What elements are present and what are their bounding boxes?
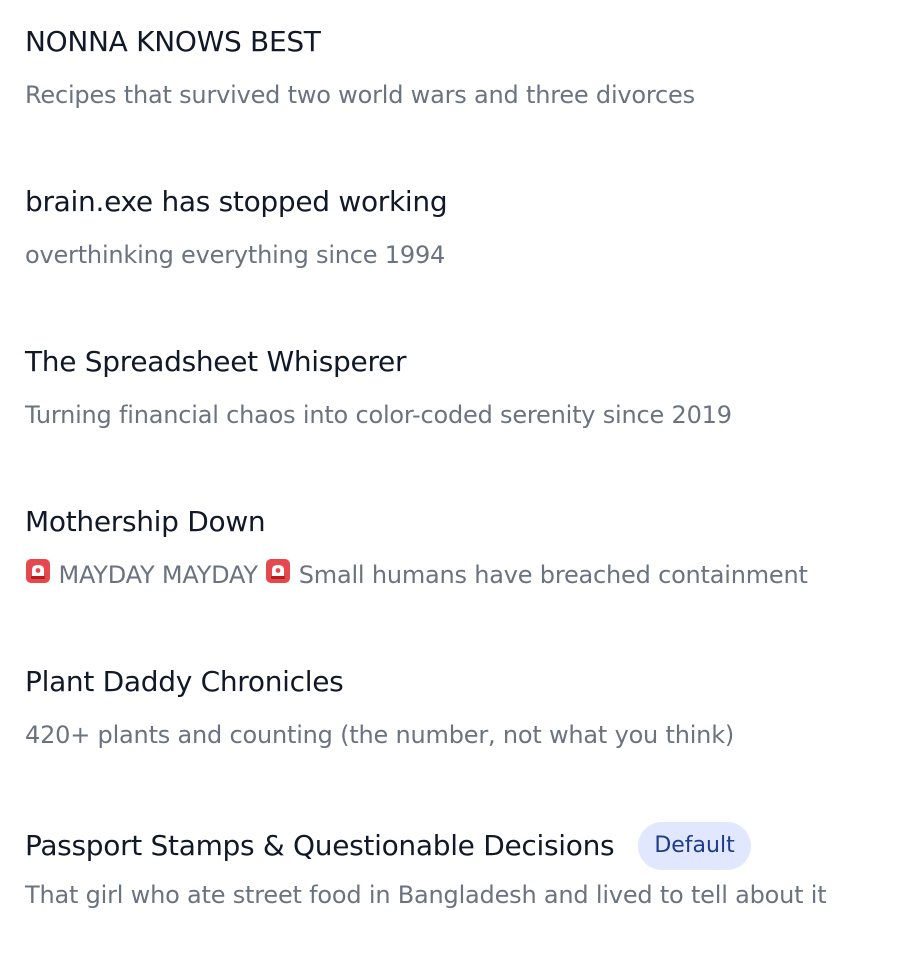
- profile-subtitle: Recipes that survived two world wars and…: [25, 81, 695, 109]
- profile-title: Mothership Down: [25, 505, 266, 538]
- profile-subtitle: Turning financial chaos into color-coded…: [25, 401, 732, 429]
- profile-item[interactable]: The Spreadsheet Whisperer Turning financ…: [25, 320, 905, 480]
- profile-title: NONNA KNOWS BEST: [25, 25, 321, 58]
- rotating-light-icon: [25, 558, 51, 594]
- profile-title: Passport Stamps & Questionable Decisions: [25, 829, 615, 862]
- profile-item[interactable]: NONNA KNOWS BEST Recipes that survived t…: [25, 0, 905, 160]
- profile-title-row: The Spreadsheet Whisperer: [25, 342, 406, 382]
- profile-title: Plant Daddy Chronicles: [25, 665, 344, 698]
- profile-subtitle-part: Small humans have breached containment: [298, 561, 808, 589]
- rotating-light-icon: [265, 558, 291, 594]
- default-badge: Default: [638, 822, 751, 870]
- profile-subtitle: 420+ plants and counting (the number, no…: [25, 721, 735, 749]
- profile-item[interactable]: Mothership Down MAYDAY MAYDAY Small huma…: [25, 480, 905, 640]
- profile-subtitle: MAYDAY MAYDAY Small humans have breached…: [25, 557, 808, 594]
- profile-title: brain.exe has stopped working: [25, 185, 448, 218]
- profile-title-row: Passport Stamps & Questionable Decisions…: [25, 822, 751, 870]
- profile-title-row: NONNA KNOWS BEST: [25, 22, 321, 62]
- profile-title-row: Mothership Down: [25, 502, 266, 542]
- profile-subtitle: That girl who ate street food in Banglad…: [25, 881, 827, 909]
- profile-item[interactable]: Plant Daddy Chronicles 420+ plants and c…: [25, 640, 905, 800]
- profile-item[interactable]: brain.exe has stopped working overthinki…: [25, 160, 905, 320]
- profile-subtitle: overthinking everything since 1994: [25, 241, 446, 269]
- profile-title: The Spreadsheet Whisperer: [25, 345, 407, 378]
- profile-item[interactable]: Passport Stamps & Questionable Decisions…: [25, 800, 905, 960]
- profile-subtitle-part: MAYDAY MAYDAY: [58, 561, 258, 589]
- profile-title-row: Plant Daddy Chronicles: [25, 662, 344, 702]
- profile-title-row: brain.exe has stopped working: [25, 182, 448, 222]
